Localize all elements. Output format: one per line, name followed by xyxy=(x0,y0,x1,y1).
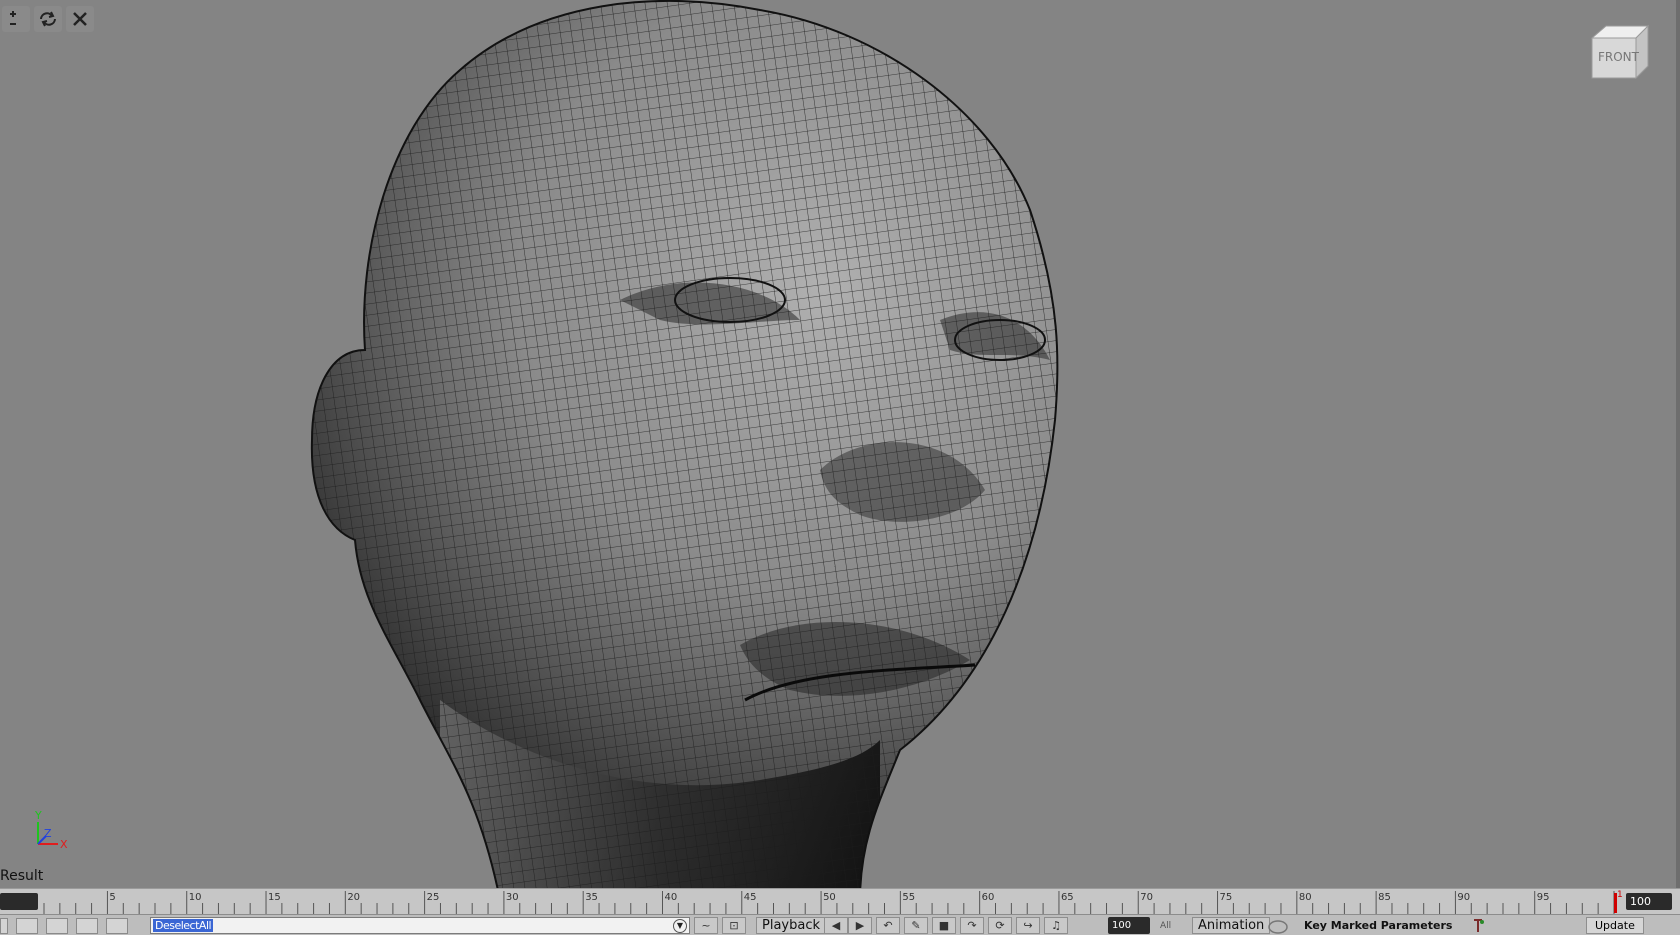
timeline-tick-label: 90 xyxy=(1457,892,1470,903)
timeline-tick-label: 95 xyxy=(1537,892,1550,903)
zoom-plus-minus-icon[interactable] xyxy=(2,6,30,32)
layout-quad-button[interactable] xyxy=(16,917,38,934)
edit-icon[interactable]: ✎ xyxy=(904,917,928,934)
key-icon[interactable] xyxy=(1266,917,1290,934)
viewport-toolbar xyxy=(2,6,94,32)
audio-icon[interactable]: ♫ xyxy=(1044,917,1068,934)
command-field[interactable]: DeselectAll ▼ xyxy=(150,917,690,934)
refresh-icon[interactable] xyxy=(34,6,62,32)
axis-y-label: Y xyxy=(34,809,42,822)
timeline-tick-label: 85 xyxy=(1378,892,1391,903)
timeline-ruler[interactable]: 5 10 15 20 25 30 35 40 45 50 55 60 65 70 75 80 85 90 95 xyxy=(0,889,1680,915)
key-parameter-icon[interactable] xyxy=(1468,917,1488,934)
command-value[interactable]: DeselectAll xyxy=(153,919,214,932)
first-frame-icon[interactable]: ◀ xyxy=(824,917,848,934)
lock-icon[interactable]: ⊡ xyxy=(722,917,746,934)
play-forward-icon[interactable]: ↷ xyxy=(960,917,984,934)
timeline-tick-label: 40 xyxy=(664,892,677,903)
timeline-tick-label: 60 xyxy=(982,892,995,903)
axis-z-label: Z xyxy=(44,827,52,840)
layout-custom-button[interactable] xyxy=(106,917,128,934)
viewport-scrollbar[interactable] xyxy=(1676,0,1680,888)
head-wireframe-model[interactable] xyxy=(300,0,1200,888)
statusbar: DeselectAll ▼ ~ ⊡ Playback ◀ ▶ ↶ ✎ ■ ↷ ⟳… xyxy=(0,914,1680,935)
axis-gizmo: Y Z X xyxy=(34,809,68,851)
key-marked-parameters-label[interactable]: Key Marked Parameters xyxy=(1304,917,1452,934)
axis-x-label: X xyxy=(60,838,68,851)
timeline-tick-label: 15 xyxy=(268,892,281,903)
frame-end-field[interactable]: 100 xyxy=(1626,893,1672,910)
timeline-tick-label: 65 xyxy=(1061,892,1074,903)
timeline-tick-label: 45 xyxy=(744,892,757,903)
loop-icon[interactable]: ⟳ xyxy=(988,917,1012,934)
layout-vertical-button[interactable] xyxy=(76,917,98,934)
timeline[interactable]: 5 10 15 20 25 30 35 40 45 50 55 60 65 70 75 80 85 90 95 1 … xyxy=(0,888,1680,915)
result-label: Result xyxy=(0,868,44,884)
current-frame-label: 1 xyxy=(1617,890,1623,900)
timeline-tick-label: 20 xyxy=(347,892,360,903)
timeline-tick-label: 80 xyxy=(1299,892,1312,903)
playback-button[interactable]: Playback xyxy=(756,917,827,934)
last-frame-icon[interactable]: ▶ xyxy=(848,917,872,934)
script-icon[interactable]: ~ xyxy=(694,917,718,934)
timeline-tick-label: 75 xyxy=(1220,892,1233,903)
view-cube[interactable]: FRONT xyxy=(1586,20,1652,82)
step-icon[interactable]: ↪ xyxy=(1016,917,1040,934)
timeline-tick-label: 35 xyxy=(585,892,598,903)
layout-buttons xyxy=(0,917,128,934)
view-cube-label: FRONT xyxy=(1598,50,1640,64)
playback-controls: ◀ ▶ ↶ ✎ ■ ↷ ⟳ ↪ ♫ xyxy=(824,917,1068,934)
layout-single-button[interactable] xyxy=(0,917,8,934)
stop-icon[interactable]: ■ xyxy=(932,917,956,934)
animation-button[interactable]: Animation xyxy=(1192,917,1271,934)
app-window: FRONT Y Z X Result 5 10 15 20 25 30 35 40 45 50 55… xyxy=(0,0,1680,935)
timeline-tick-label: 25 xyxy=(427,892,440,903)
3d-viewport[interactable]: FRONT Y Z X Result xyxy=(0,0,1680,888)
layout-horizontal-button[interactable] xyxy=(46,917,68,934)
timeline-tick-label: 5 xyxy=(109,892,115,903)
play-reverse-icon[interactable]: ↶ xyxy=(876,917,900,934)
timeline-tick-label: 50 xyxy=(823,892,836,903)
toolbar-a: ~ ⊡ xyxy=(694,917,746,934)
close-icon[interactable] xyxy=(66,6,94,32)
speed-unit-label: All xyxy=(1160,920,1172,931)
chevron-down-icon[interactable]: ▼ xyxy=(673,919,687,933)
timeline-tick-label: 30 xyxy=(506,892,519,903)
timeline-tick-label: 10 xyxy=(189,892,202,903)
timeline-tick-label: 55 xyxy=(902,892,915,903)
timeline-tick-label: 70 xyxy=(1140,892,1153,903)
playback-speed-field[interactable]: 100 xyxy=(1108,917,1150,934)
update-button[interactable]: Update xyxy=(1586,917,1644,934)
